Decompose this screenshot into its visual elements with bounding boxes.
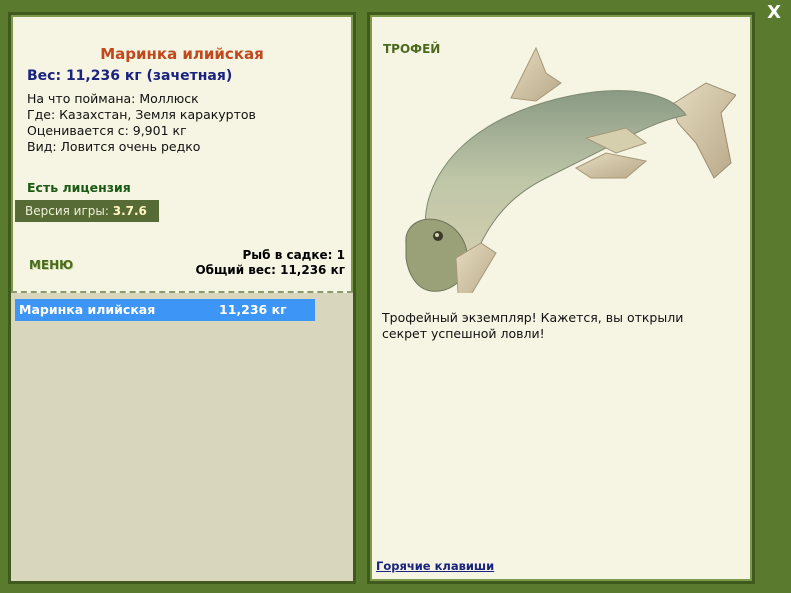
version-bar: Версия игры: 3.7.6 bbox=[15, 200, 159, 222]
fish-weight: Вес: 11,236 кг (зачетная) bbox=[27, 68, 233, 84]
close-icon[interactable]: X bbox=[767, 2, 781, 23]
keepnet-stats: Рыб в садке: 1 Общий вес: 11,236 кг bbox=[195, 248, 345, 278]
keepnet-item[interactable]: Маринка илийская 11,236 кг bbox=[15, 299, 315, 321]
close-button[interactable]: X bbox=[767, 2, 781, 23]
keepnet-count: Рыб в садке: 1 bbox=[242, 248, 346, 262]
hotkeys-link[interactable]: Горячие клавиши bbox=[376, 559, 494, 573]
keepnet-total-weight: Общий вес: 11,236 кг bbox=[195, 263, 345, 277]
keepnet-item-name: Маринка илийская bbox=[19, 302, 156, 317]
fish-name-title: Маринка илийская bbox=[100, 45, 264, 63]
fish-info-panel: Маринка илийская Вес: 11,236 кг (зачетна… bbox=[8, 12, 356, 584]
fish-bait: На что поймана: Моллюск bbox=[27, 91, 199, 106]
license-status: Есть лицензия bbox=[27, 180, 131, 195]
version-label: Версия игры: bbox=[25, 204, 109, 218]
keepnet-item-weight: 11,236 кг bbox=[219, 302, 287, 317]
trophy-panel: ТРОФЕЙ Трофейный экземпляр! Кажется, вы … bbox=[367, 12, 755, 584]
menu-button[interactable]: МЕНЮ bbox=[29, 258, 73, 272]
fish-image bbox=[405, 46, 736, 293]
keepnet-list: Маринка илийская 11,236 кг bbox=[11, 293, 353, 581]
trophy-message: Трофейный экземпляр! Кажется, вы открыли… bbox=[382, 310, 684, 341]
version-value: 3.7.6 bbox=[112, 204, 147, 218]
fish-rarity: Вид: Ловится очень редко bbox=[27, 139, 201, 154]
fish-location: Где: Казахстан, Земля каракуртов bbox=[27, 107, 256, 122]
fish-valued-from: Оценивается с: 9,901 кг bbox=[27, 123, 187, 138]
